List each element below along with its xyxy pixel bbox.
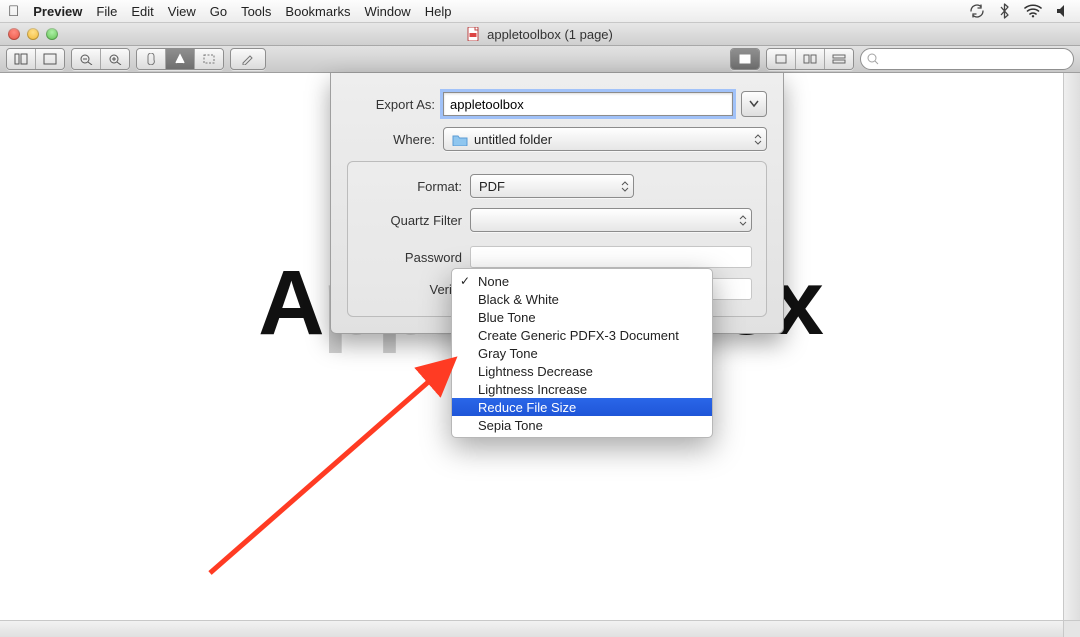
where-value: untitled folder <box>474 132 552 147</box>
quartz-filter-popup[interactable] <box>470 208 752 232</box>
rect-select-tool-button[interactable] <box>195 49 223 69</box>
system-menubar:  Preview File Edit View Go Tools Bookma… <box>0 0 1080 23</box>
page-layout-segmented <box>766 48 854 70</box>
quartz-filter-menu: None Black & White Blue Tone Create Gene… <box>451 268 713 438</box>
quartz-option-blue-tone[interactable]: Blue Tone <box>452 308 712 326</box>
quartz-option-lightness-decrease[interactable]: Lightness Decrease <box>452 362 712 380</box>
export-as-field[interactable] <box>443 92 733 116</box>
quartz-option-gray-tone[interactable]: Gray Tone <box>452 344 712 362</box>
zoom-segmented <box>71 48 130 70</box>
apple-menu-icon[interactable]:  <box>8 4 19 19</box>
password-field[interactable] <box>470 246 752 268</box>
where-popup[interactable]: untitled folder <box>443 127 767 151</box>
menu-view[interactable]: View <box>168 4 196 19</box>
window-zoom-button[interactable] <box>46 28 58 40</box>
edit-toolbar-button[interactable] <box>230 48 266 70</box>
window-minimize-button[interactable] <box>27 28 39 40</box>
format-label: Format: <box>362 179 462 194</box>
layout-a-button[interactable] <box>767 49 796 69</box>
layout-c-button[interactable] <box>825 49 853 69</box>
menu-file[interactable]: File <box>96 4 117 19</box>
folder-icon <box>452 133 468 146</box>
export-as-label: Export As: <box>347 97 435 112</box>
sidebar-thumbnails-button[interactable] <box>7 49 36 69</box>
quartz-option-lightness-increase[interactable]: Lightness Increase <box>452 380 712 398</box>
quartz-option-sepia-tone[interactable]: Sepia Tone <box>452 416 712 434</box>
wifi-icon[interactable] <box>1024 4 1042 18</box>
quartz-option-reduce-file-size[interactable]: Reduce File Size <box>452 398 712 416</box>
menu-help[interactable]: Help <box>425 4 452 19</box>
app-menu[interactable]: Preview <box>33 4 82 19</box>
chevron-down-icon <box>621 187 629 192</box>
menu-bookmarks[interactable]: Bookmarks <box>285 4 350 19</box>
move-tool-button[interactable] <box>137 49 166 69</box>
menu-edit[interactable]: Edit <box>131 4 153 19</box>
password-label: Password <box>362 250 462 265</box>
menu-tools[interactable]: Tools <box>241 4 271 19</box>
zoom-in-button[interactable] <box>101 49 129 69</box>
where-label: Where: <box>347 132 435 147</box>
menu-window[interactable]: Window <box>364 4 410 19</box>
vertical-scrollbar[interactable] <box>1063 73 1080 621</box>
chevron-up-icon <box>621 181 629 186</box>
spotlight-sync-icon[interactable] <box>969 3 985 19</box>
window-titlebar: appletoolbox (1 page) <box>0 23 1080 46</box>
quartz-filter-label: Quartz Filter <box>362 213 462 228</box>
pdf-file-icon <box>467 27 481 41</box>
quartz-option-black-white[interactable]: Black & White <box>452 290 712 308</box>
document-viewport: Appletoolbox Export As: Where: untitled … <box>0 73 1080 637</box>
sidebar-contents-button[interactable] <box>36 49 64 69</box>
chevron-down-icon <box>749 100 759 108</box>
tool-mode-segmented <box>136 48 224 70</box>
bluetooth-icon[interactable] <box>999 3 1010 19</box>
display-mode-segmented <box>730 48 760 70</box>
verify-label: Verify <box>362 282 462 297</box>
chevron-down-icon <box>754 140 762 145</box>
format-value: PDF <box>479 179 505 194</box>
window-title: appletoolbox (1 page) <box>487 27 613 42</box>
expand-save-dialog-button[interactable] <box>741 91 767 117</box>
menu-go[interactable]: Go <box>210 4 227 19</box>
display-single-button[interactable] <box>731 49 759 69</box>
toolbar-search-field[interactable] <box>860 48 1074 70</box>
layout-b-button[interactable] <box>796 49 825 69</box>
horizontal-scrollbar[interactable] <box>0 620 1064 637</box>
sidebar-view-segmented <box>6 48 65 70</box>
format-popup[interactable]: PDF <box>470 174 634 198</box>
preview-toolbar <box>0 46 1080 73</box>
scrollbar-corner <box>1063 620 1080 637</box>
chevron-up-icon <box>754 134 762 139</box>
search-icon <box>867 53 879 65</box>
window-close-button[interactable] <box>8 28 20 40</box>
quartz-option-none[interactable]: None <box>452 272 712 290</box>
zoom-out-button[interactable] <box>72 49 101 69</box>
quartz-option-pdfx3[interactable]: Create Generic PDFX-3 Document <box>452 326 712 344</box>
volume-icon[interactable] <box>1056 4 1072 18</box>
text-select-tool-button[interactable] <box>166 49 195 69</box>
